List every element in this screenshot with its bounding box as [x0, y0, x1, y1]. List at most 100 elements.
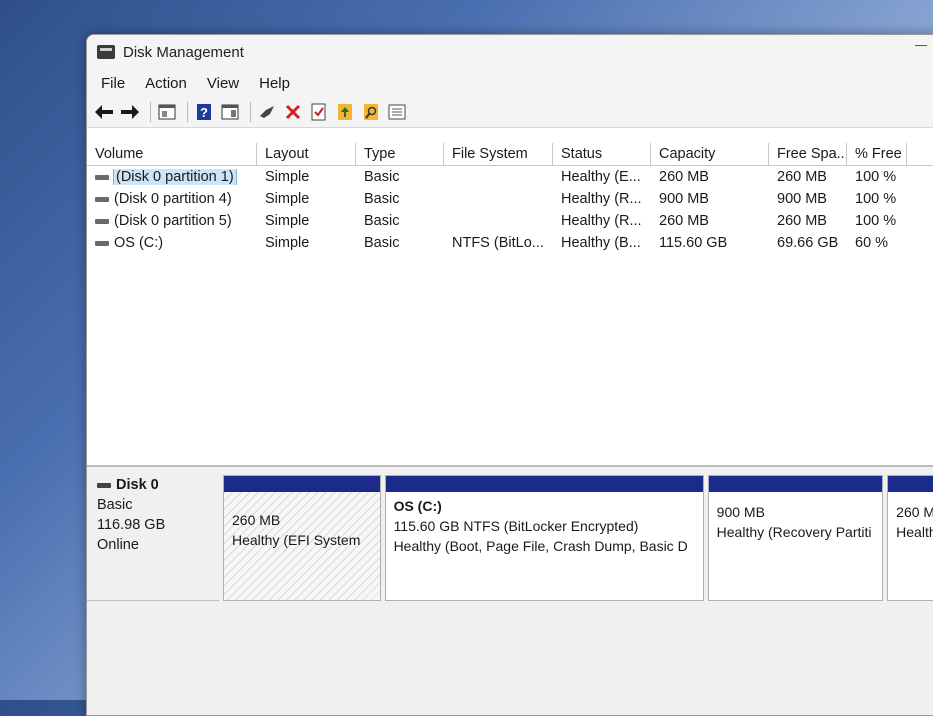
volume-cell: (Disk 0 partition 1) [87, 169, 257, 185]
check-icon[interactable] [308, 101, 330, 123]
disk-graph-pane: Disk 0 Basic 116.98 GB Online 260 MB Hea… [87, 467, 933, 715]
toolbar-separator [150, 102, 151, 122]
partition-recovery-2[interactable]: 260 MB Health [887, 475, 933, 601]
type-cell: Basic [364, 235, 400, 251]
table-row[interactable]: (Disk 0 partition 4) Simple Basic Health… [87, 188, 933, 210]
status-cell: Healthy (R... [561, 191, 642, 207]
partition-size: 260 MB [232, 512, 281, 528]
disk-info[interactable]: Disk 0 Basic 116.98 GB Online [87, 475, 219, 601]
column-capacity[interactable]: Capacity [651, 143, 769, 165]
file-system-cell: NTFS (BitLo... [452, 235, 544, 251]
free-space-cell: 900 MB [777, 191, 827, 207]
table-row[interactable]: (Disk 0 partition 1) Simple Basic Health… [87, 166, 933, 188]
volume-icon [95, 196, 109, 202]
volume-list: Volume Layout Type File System Status Ca… [87, 143, 933, 467]
partition-status: Health [896, 524, 933, 540]
status-cell: Healthy (B... [561, 235, 641, 251]
partition-status: Healthy (Boot, Page File, Crash Dump, Ba… [393, 538, 688, 554]
search-icon[interactable] [360, 101, 382, 123]
disk-name: Disk 0 [116, 477, 159, 493]
disk-management-icon [97, 45, 115, 59]
toolbar-separator [250, 102, 251, 122]
partition-size: 260 MB [896, 504, 933, 520]
layout-cell: Simple [265, 191, 310, 207]
layout-cell: Simple [265, 213, 310, 229]
partition-text: 260 MB Healthy (EFI System [224, 492, 380, 554]
layout-cell: Simple [265, 235, 310, 251]
menu-help[interactable]: Help [249, 75, 300, 92]
disk-management-window: Disk Management File Action View Help ? [86, 34, 933, 716]
table-row[interactable]: OS (C:) Simple Basic NTFS (BitLo... Heal… [87, 232, 933, 254]
partition-os-c[interactable]: OS (C:) 115.60 GB NTFS (BitLocker Encryp… [384, 475, 704, 601]
menu-action[interactable]: Action [135, 75, 197, 92]
delete-icon[interactable] [282, 101, 304, 123]
percent-free-cell: 100 % [855, 169, 897, 185]
menu-view[interactable]: View [197, 75, 249, 92]
back-icon[interactable] [93, 101, 115, 123]
disk-size: 116.98 GB [97, 517, 166, 533]
free-space-cell: 260 MB [777, 213, 827, 229]
partition-efi[interactable]: 260 MB Healthy (EFI System [223, 475, 381, 601]
list-icon[interactable] [386, 101, 408, 123]
volume-name: OS (C:) [114, 235, 164, 251]
disk-name-row: Disk 0 [97, 475, 219, 495]
status-cell: Healthy (E... [561, 169, 641, 185]
partition-map: 260 MB Healthy (EFI System OS (C:) 115.6… [223, 475, 933, 601]
properties-icon[interactable] [156, 101, 178, 123]
help-icon[interactable]: ? [193, 101, 215, 123]
capacity-cell: 260 MB [659, 169, 709, 185]
column-volume[interactable]: Volume [87, 143, 257, 165]
free-space-cell: 260 MB [777, 169, 827, 185]
column-free-space[interactable]: Free Spa... [769, 143, 847, 165]
volume-icon [95, 174, 109, 180]
toolbar-separator [187, 102, 188, 122]
layout-cell: Simple [265, 169, 310, 185]
volume-icon [95, 218, 109, 224]
connect-icon[interactable] [256, 101, 278, 123]
volume-name: (Disk 0 partition 4) [114, 191, 232, 207]
column-layout[interactable]: Layout [257, 143, 356, 165]
disk-state: Online [97, 537, 139, 553]
minimize-button[interactable] [915, 45, 927, 46]
svg-text:?: ? [200, 105, 208, 120]
volume-name: (Disk 0 partition 1) [113, 169, 237, 185]
percent-free-cell: 100 % [855, 191, 897, 207]
partition-size: 900 MB [716, 504, 765, 520]
partition-recovery[interactable]: 900 MB Healthy (Recovery Partiti [707, 475, 884, 601]
free-space-cell: 69.66 GB [777, 235, 839, 251]
column-status[interactable]: Status [553, 143, 651, 165]
column-header: Volume Layout Type File System Status Ca… [87, 143, 933, 166]
partition-title: OS (C:) [393, 498, 442, 514]
partition-bar [708, 476, 883, 492]
partition-bar [224, 476, 380, 492]
menu-file[interactable]: File [91, 75, 135, 92]
partition-bar [888, 476, 933, 492]
capacity-cell: 260 MB [659, 213, 709, 229]
partition-size: 115.60 GB NTFS (BitLocker Encrypted) [393, 518, 639, 534]
column-percent-free[interactable]: % Free [847, 143, 907, 165]
volume-cell: (Disk 0 partition 4) [87, 191, 257, 207]
volume-cell: OS (C:) [87, 235, 257, 251]
partition-status: Healthy (Recovery Partiti [716, 524, 872, 540]
capacity-cell: 900 MB [659, 191, 709, 207]
toolbar: ? [87, 97, 933, 128]
column-type[interactable]: Type [356, 143, 444, 165]
percent-free-cell: 100 % [855, 213, 897, 229]
console-icon[interactable] [219, 101, 241, 123]
status-cell: Healthy (R... [561, 213, 642, 229]
volume-name: (Disk 0 partition 5) [114, 213, 232, 229]
partition-text: 260 MB Health [888, 492, 933, 546]
up-icon[interactable] [334, 101, 356, 123]
type-cell: Basic [364, 213, 400, 229]
disk-type: Basic [97, 497, 133, 513]
column-file-system[interactable]: File System [444, 143, 553, 165]
partition-text: OS (C:) 115.60 GB NTFS (BitLocker Encryp… [386, 492, 703, 560]
partition-status: Healthy (EFI System [232, 532, 361, 548]
volume-icon [95, 240, 109, 246]
table-row[interactable]: (Disk 0 partition 5) Simple Basic Health… [87, 210, 933, 232]
type-cell: Basic [364, 169, 400, 185]
capacity-cell: 115.60 GB [659, 235, 728, 251]
partition-text: 900 MB Healthy (Recovery Partiti [709, 492, 883, 546]
window-title: Disk Management [123, 43, 244, 61]
forward-icon[interactable] [119, 101, 141, 123]
